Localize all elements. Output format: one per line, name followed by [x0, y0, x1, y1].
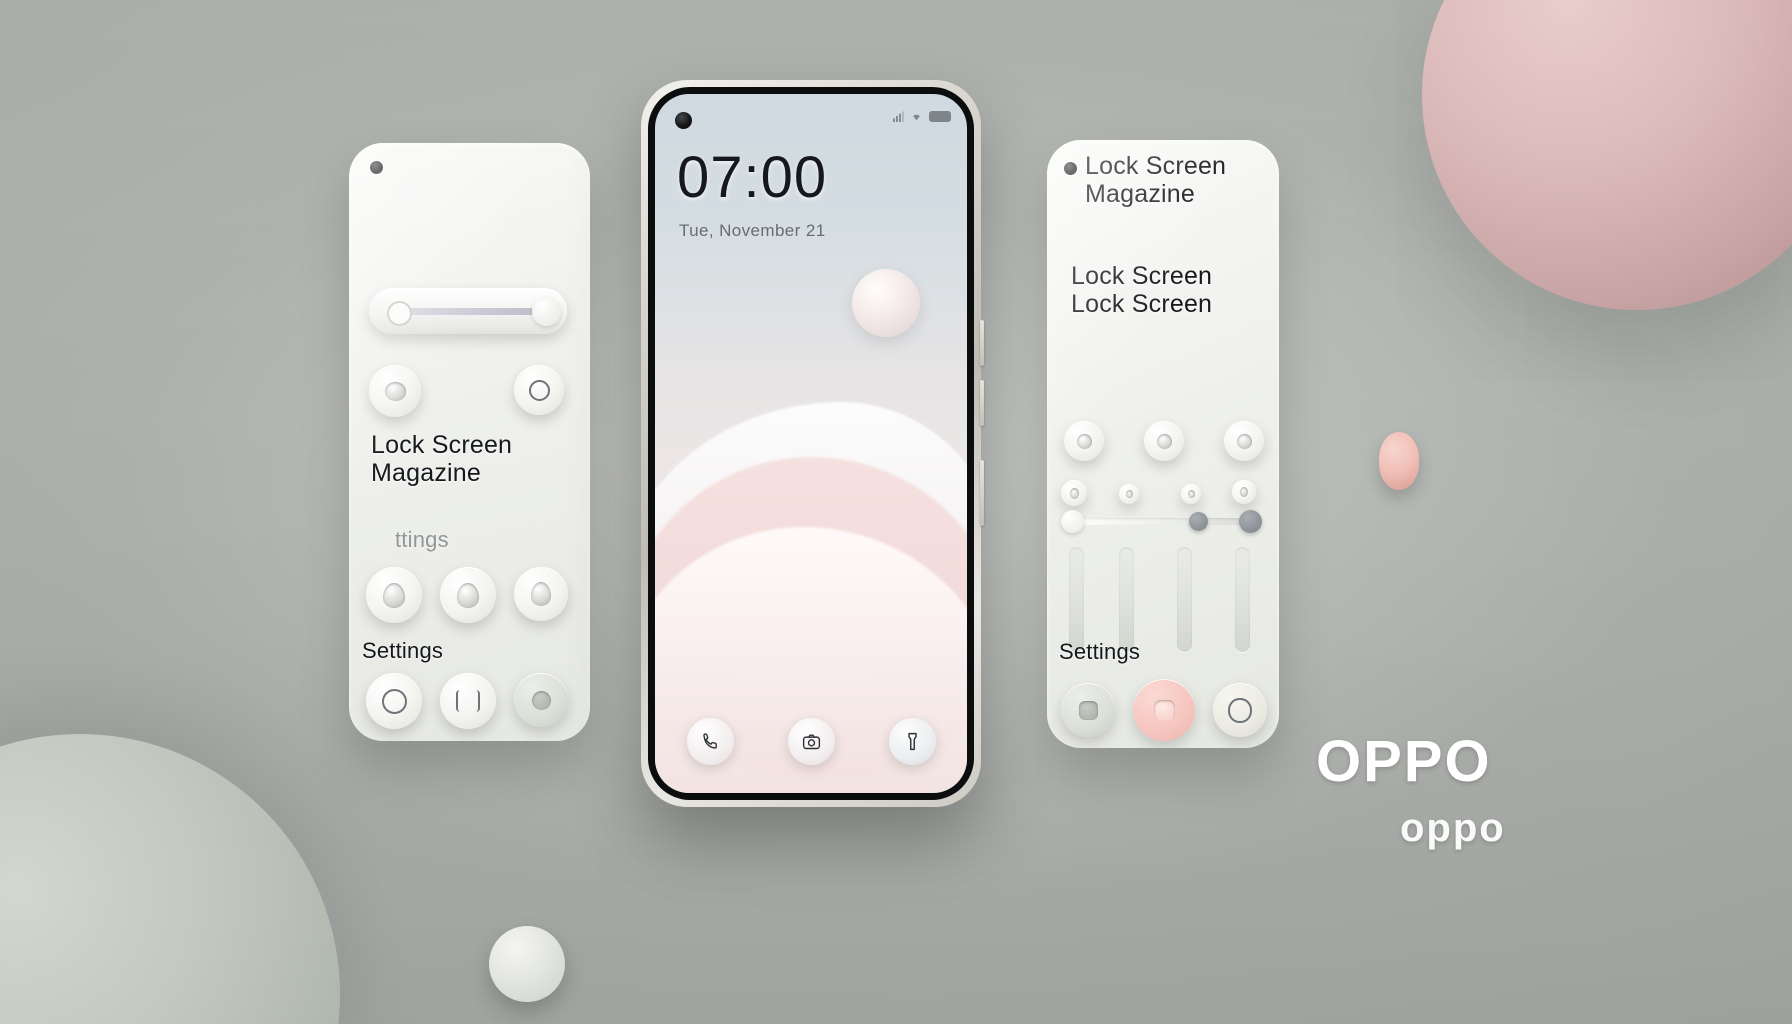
circle-small-icon-button-2[interactable] — [1119, 484, 1139, 504]
slider-handle-mid[interactable] — [1189, 512, 1208, 531]
volume-down-button[interactable] — [980, 380, 984, 426]
decor-sphere-small — [489, 926, 565, 1002]
lock-screen-settings-panel[interactable]: Lock Screen Magazine ttings Settings — [349, 143, 590, 741]
power-button[interactable] — [980, 460, 984, 526]
circle-ring-icon — [381, 688, 407, 714]
moon-icon — [531, 690, 551, 710]
camera-dot-icon — [1064, 162, 1077, 175]
droplet-icon-button-3[interactable] — [514, 567, 568, 621]
moon-orb-icon — [851, 268, 920, 337]
decor-sphere-coral — [1379, 432, 1419, 490]
circle-dot-icon — [1236, 433, 1252, 449]
preview-subheading: Lock Screen Lock Screen — [1071, 262, 1213, 318]
slider-handle-left[interactable] — [1061, 510, 1084, 533]
circle-ring-icon-button-2[interactable] — [366, 673, 422, 729]
wifi-icon — [913, 114, 920, 121]
circle-dot-icon-button-1[interactable] — [1064, 421, 1104, 461]
brackets-icon-button[interactable] — [440, 673, 496, 729]
brightness-slider[interactable] — [1061, 510, 1262, 533]
droplet-icon-button-1[interactable] — [366, 567, 422, 623]
faded-settings-label: ttings — [395, 527, 449, 552]
droplet-icon — [457, 582, 479, 608]
circle-dot-icon — [1076, 433, 1092, 449]
flashlight-icon-button[interactable] — [888, 718, 936, 765]
settings-label: Settings — [362, 638, 444, 663]
camera-icon-button[interactable] — [787, 718, 835, 765]
circle-dot-icon-button-3[interactable] — [1224, 421, 1264, 461]
vertical-bar-3[interactable] — [1177, 547, 1192, 652]
circle-dot-icon — [1156, 433, 1172, 449]
vertical-bar-2[interactable] — [1119, 547, 1134, 652]
toggle-cap[interactable] — [532, 297, 561, 326]
circle-small-icon — [1125, 490, 1133, 498]
circle-small-icon — [1069, 487, 1079, 499]
circle-ring-icon-button-1[interactable] — [514, 365, 564, 415]
lockscreen-clock: 07:00 — [677, 145, 828, 210]
circle-cream-icon — [1228, 697, 1252, 723]
oppo-logo-primary: OPPO — [1316, 729, 1492, 794]
circle-small-icon-button-4[interactable] — [1232, 480, 1256, 504]
lock-screen-preview-panel[interactable]: Lock Screen Magazine Lock Screen Lock Sc… — [1047, 140, 1279, 748]
preview-heading: Lock Screen Magazine — [1085, 152, 1227, 208]
circle-small-icon — [1187, 490, 1195, 498]
status-bar — [893, 111, 951, 122]
circle-dot-icon — [384, 381, 406, 401]
droplet-icon-button-2[interactable] — [440, 567, 496, 623]
center-phone[interactable]: 07:00 Tue, November 21 — [641, 80, 984, 807]
battery-icon — [929, 111, 951, 122]
signal-icon — [893, 111, 904, 122]
circle-dot-icon-button-1[interactable] — [369, 365, 421, 417]
moon-icon-button[interactable] — [514, 673, 568, 727]
front-camera-icon — [675, 112, 692, 129]
circle-dot-icon-button-2[interactable] — [1144, 421, 1184, 461]
brackets-icon — [456, 690, 480, 712]
circle-grey-icon — [1078, 700, 1098, 720]
slider-handle-right[interactable] — [1239, 510, 1262, 533]
circle-small-icon-button-1[interactable] — [1061, 480, 1087, 506]
lockscreen-date: Tue, November 21 — [679, 221, 826, 240]
phone-screen[interactable]: 07:00 Tue, November 21 — [655, 94, 967, 793]
lockscreen-dock — [655, 718, 967, 765]
circle-pink-icon — [1153, 699, 1175, 721]
droplet-icon — [383, 582, 405, 608]
circle-grey-icon-button[interactable] — [1061, 683, 1115, 737]
flashlight-icon — [907, 732, 917, 751]
camera-icon — [802, 734, 820, 750]
panel-heading: Lock Screen Magazine — [371, 431, 513, 487]
droplet-icon — [531, 582, 551, 606]
phone-icon-button[interactable] — [686, 718, 734, 765]
vertical-bar-4[interactable] — [1235, 547, 1250, 652]
vertical-bar-1[interactable] — [1069, 547, 1084, 652]
volume-up-button[interactable] — [980, 320, 984, 366]
circle-small-icon — [1240, 487, 1248, 497]
circle-small-icon-button-3[interactable] — [1181, 484, 1201, 504]
circle-ring-icon — [528, 379, 550, 401]
phone-icon — [702, 733, 717, 749]
scene-stage: Lock Screen Magazine ttings Settings 07:… — [0, 0, 1792, 1024]
camera-dot-icon — [370, 161, 383, 174]
toggle-knob[interactable] — [387, 301, 412, 326]
settings-label: Settings — [1059, 639, 1141, 664]
master-toggle[interactable] — [369, 288, 567, 334]
circle-cream-icon-button[interactable] — [1213, 683, 1267, 737]
circle-pink-icon-button[interactable] — [1133, 679, 1195, 741]
oppo-logo-secondary: oppo — [1400, 806, 1506, 850]
